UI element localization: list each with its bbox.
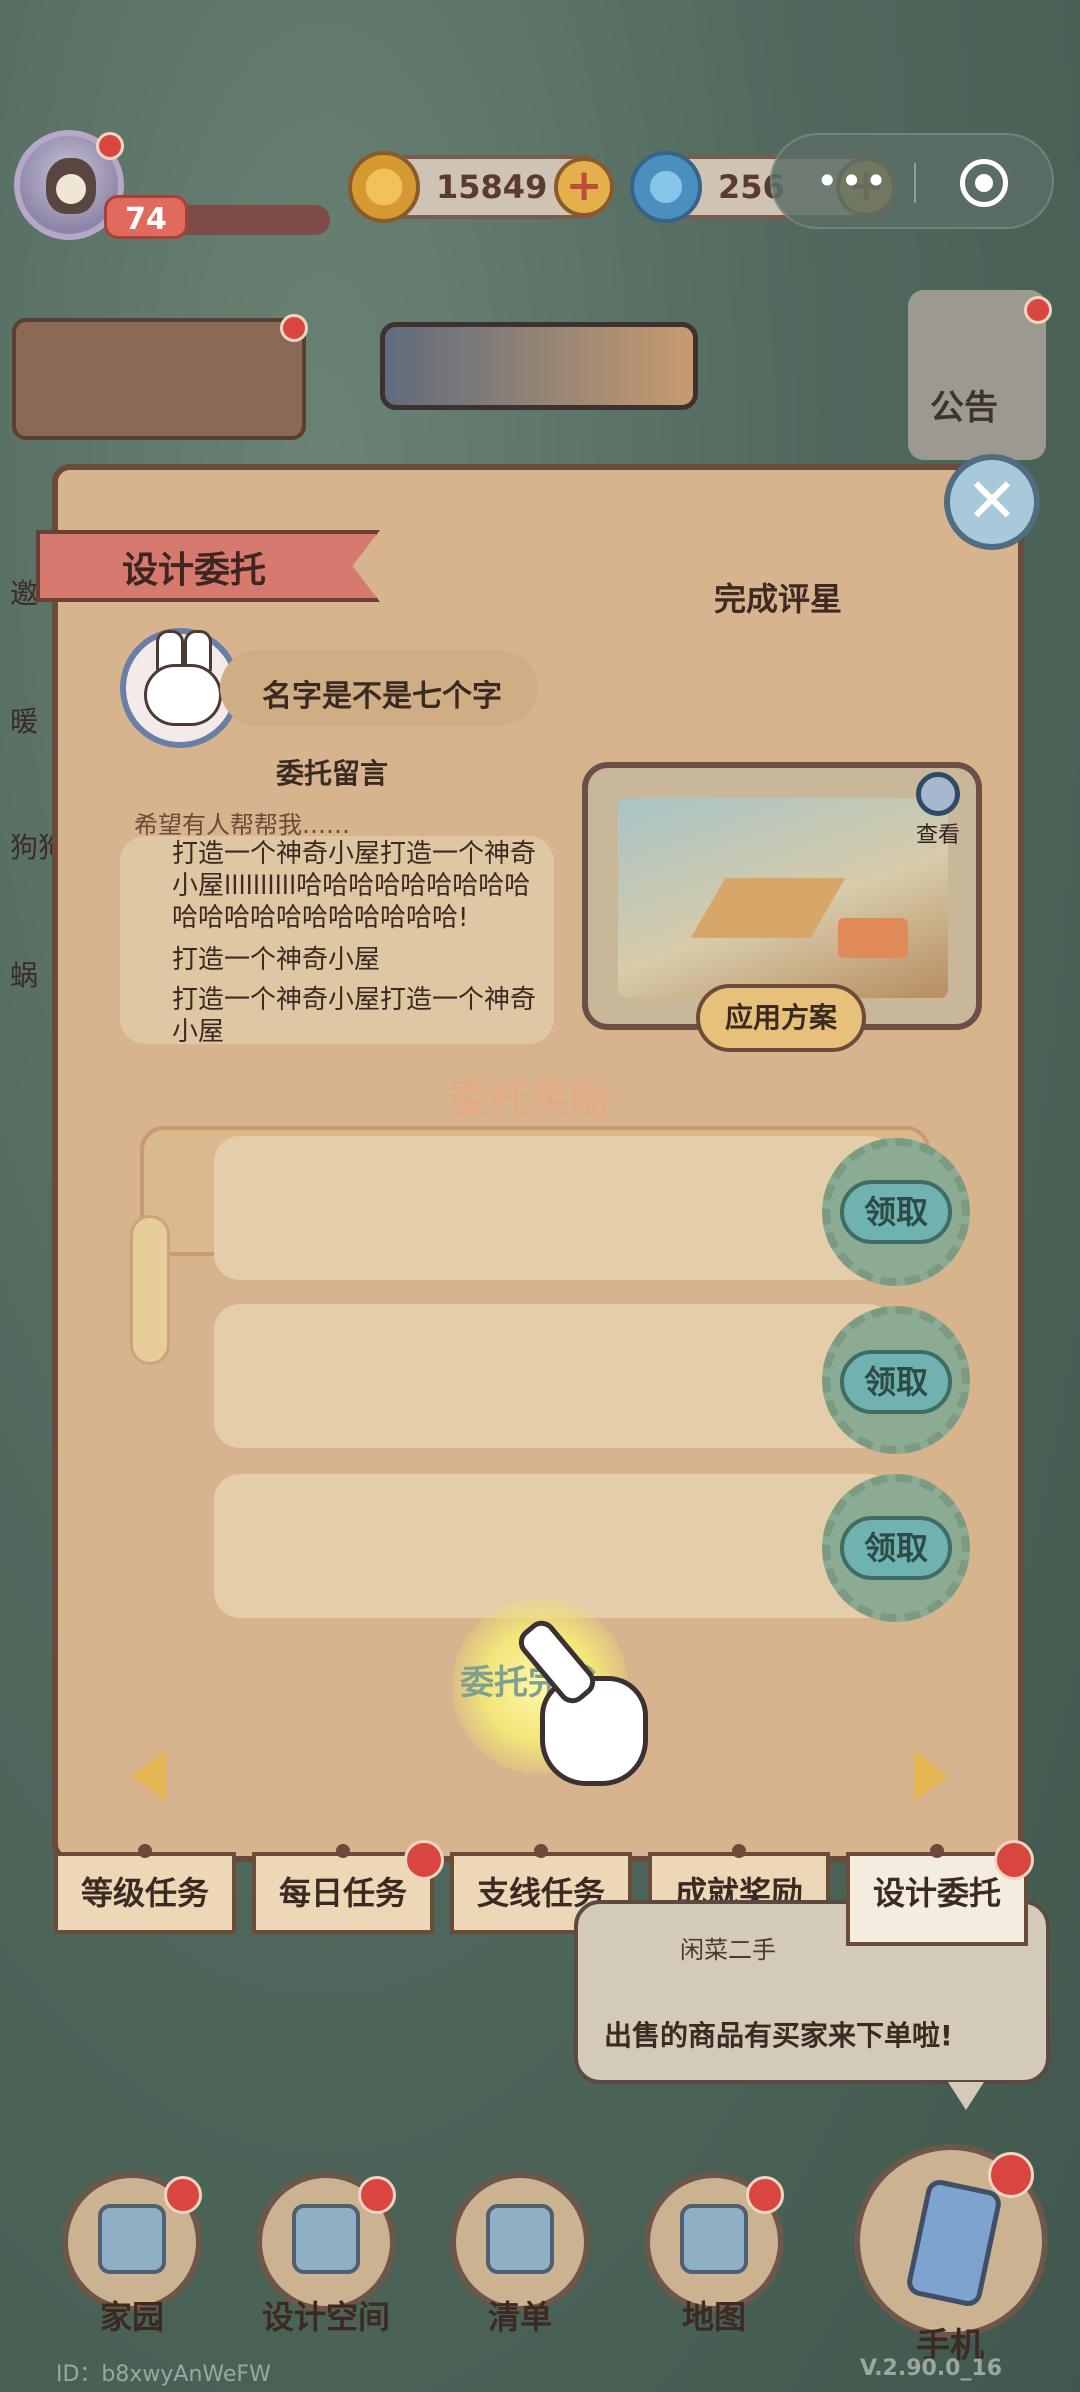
phone-icon: [904, 2177, 1004, 2309]
tab-label: 等级任务: [80, 1874, 209, 1912]
side-label: 邀: [10, 577, 39, 610]
notification-dot: [1024, 296, 1052, 324]
magnifier-icon[interactable]: [916, 772, 960, 816]
nav-home[interactable]: [62, 2172, 202, 2312]
message-line: 打造一个神奇小屋打造一个神奇小屋: [172, 985, 537, 1044]
coin-counter: 15849 +: [348, 151, 614, 223]
notification-dot: [96, 132, 124, 160]
claim-button[interactable]: 领取: [840, 1180, 952, 1244]
close-icon: ✕: [966, 464, 1018, 537]
nav-label: 设计空间: [261, 2298, 390, 2336]
reward-row: [214, 1474, 894, 1618]
notice-tab[interactable]: [908, 290, 1052, 460]
miniprogram-capsule: •••: [770, 133, 1054, 229]
client-name: 名字是不是七个字: [262, 679, 502, 714]
world-banner[interactable]: [380, 322, 698, 410]
bunny-icon: [144, 664, 222, 726]
map-pin-icon: [680, 2204, 748, 2274]
bubble-text: 出售的商品有买家来下单啦!: [604, 2019, 953, 2052]
prev-arrow-icon[interactable]: [132, 1750, 166, 1802]
town-news-thumbnail[interactable]: [12, 314, 308, 440]
gem-icon: [630, 151, 702, 223]
message-line: 打造一个神奇小屋打造一个神奇小屋llllllllll哈哈哈哈哈哈哈哈哈哈哈哈哈哈…: [172, 839, 537, 933]
reward-row: [214, 1304, 894, 1448]
nav-phone[interactable]: [854, 2144, 1048, 2338]
add-coins-button[interactable]: +: [554, 157, 614, 217]
tab-label: 设计委托: [872, 1874, 1001, 1912]
bubble-subtitle: 闲菜二手: [680, 1936, 776, 1964]
notification-dot: [164, 2176, 202, 2214]
message-title: 委托留言: [276, 757, 389, 790]
reward-title: 委托奖励: [450, 1076, 610, 1122]
coin-value: 15849: [436, 168, 548, 206]
claim-button[interactable]: 领取: [840, 1516, 952, 1580]
side-label: 蜗: [10, 959, 39, 992]
claim-button[interactable]: 领取: [840, 1350, 952, 1414]
apply-plan-button[interactable]: 应用方案: [696, 984, 866, 1052]
reward-row: [214, 1136, 894, 1280]
ruler-icon: [292, 2204, 360, 2274]
list-icon: [486, 2204, 554, 2274]
notice-label: 公告: [930, 388, 998, 428]
side-label: 暖: [10, 705, 39, 738]
notification-dot: [746, 2176, 784, 2214]
player-id: ID：b8xwyAnWeFW: [56, 2362, 271, 2387]
nav-design-space[interactable]: [256, 2172, 396, 2312]
nav-list[interactable]: [450, 2172, 590, 2312]
panel-title: 设计委托: [122, 550, 267, 591]
capsule-divider: [914, 163, 916, 203]
notification-dot: [988, 2152, 1034, 2198]
rating-title: 完成评星: [714, 580, 843, 618]
nav-map[interactable]: [644, 2172, 784, 2312]
coin-icon: [348, 151, 420, 223]
nav-label: 地图: [681, 2298, 746, 2336]
scrollbar[interactable]: [130, 1215, 170, 1365]
more-icon[interactable]: •••: [816, 161, 889, 201]
pointing-hand-icon: [540, 1676, 648, 1786]
house-icon: [98, 2204, 166, 2274]
tab-daily-tasks[interactable]: 每日任务: [252, 1840, 444, 1934]
message-line: 打造一个神奇小屋: [172, 945, 381, 975]
message-lead: 希望有人帮帮我……: [134, 811, 350, 839]
notification-dot: [280, 314, 308, 342]
version-label: V.2.90.0_16: [860, 2356, 1003, 2381]
notification-dot: [404, 1840, 444, 1880]
next-arrow-icon[interactable]: [914, 1750, 948, 1802]
level-badge: 74: [104, 195, 188, 239]
nav-label: 家园: [99, 2298, 164, 2336]
tab-level-tasks[interactable]: 等级任务: [54, 1844, 236, 1934]
tab-design-commission[interactable]: 设计委托: [846, 1840, 1034, 1946]
close-program-icon[interactable]: [960, 159, 1008, 207]
nav-label: 清单: [487, 2298, 552, 2336]
notification-dot: [994, 1840, 1034, 1880]
close-button[interactable]: ✕: [944, 454, 1040, 550]
view-label[interactable]: 查看: [916, 817, 960, 849]
bed-shape: [838, 918, 908, 958]
tab-label: 每日任务: [278, 1874, 407, 1912]
notification-dot: [358, 2176, 396, 2214]
